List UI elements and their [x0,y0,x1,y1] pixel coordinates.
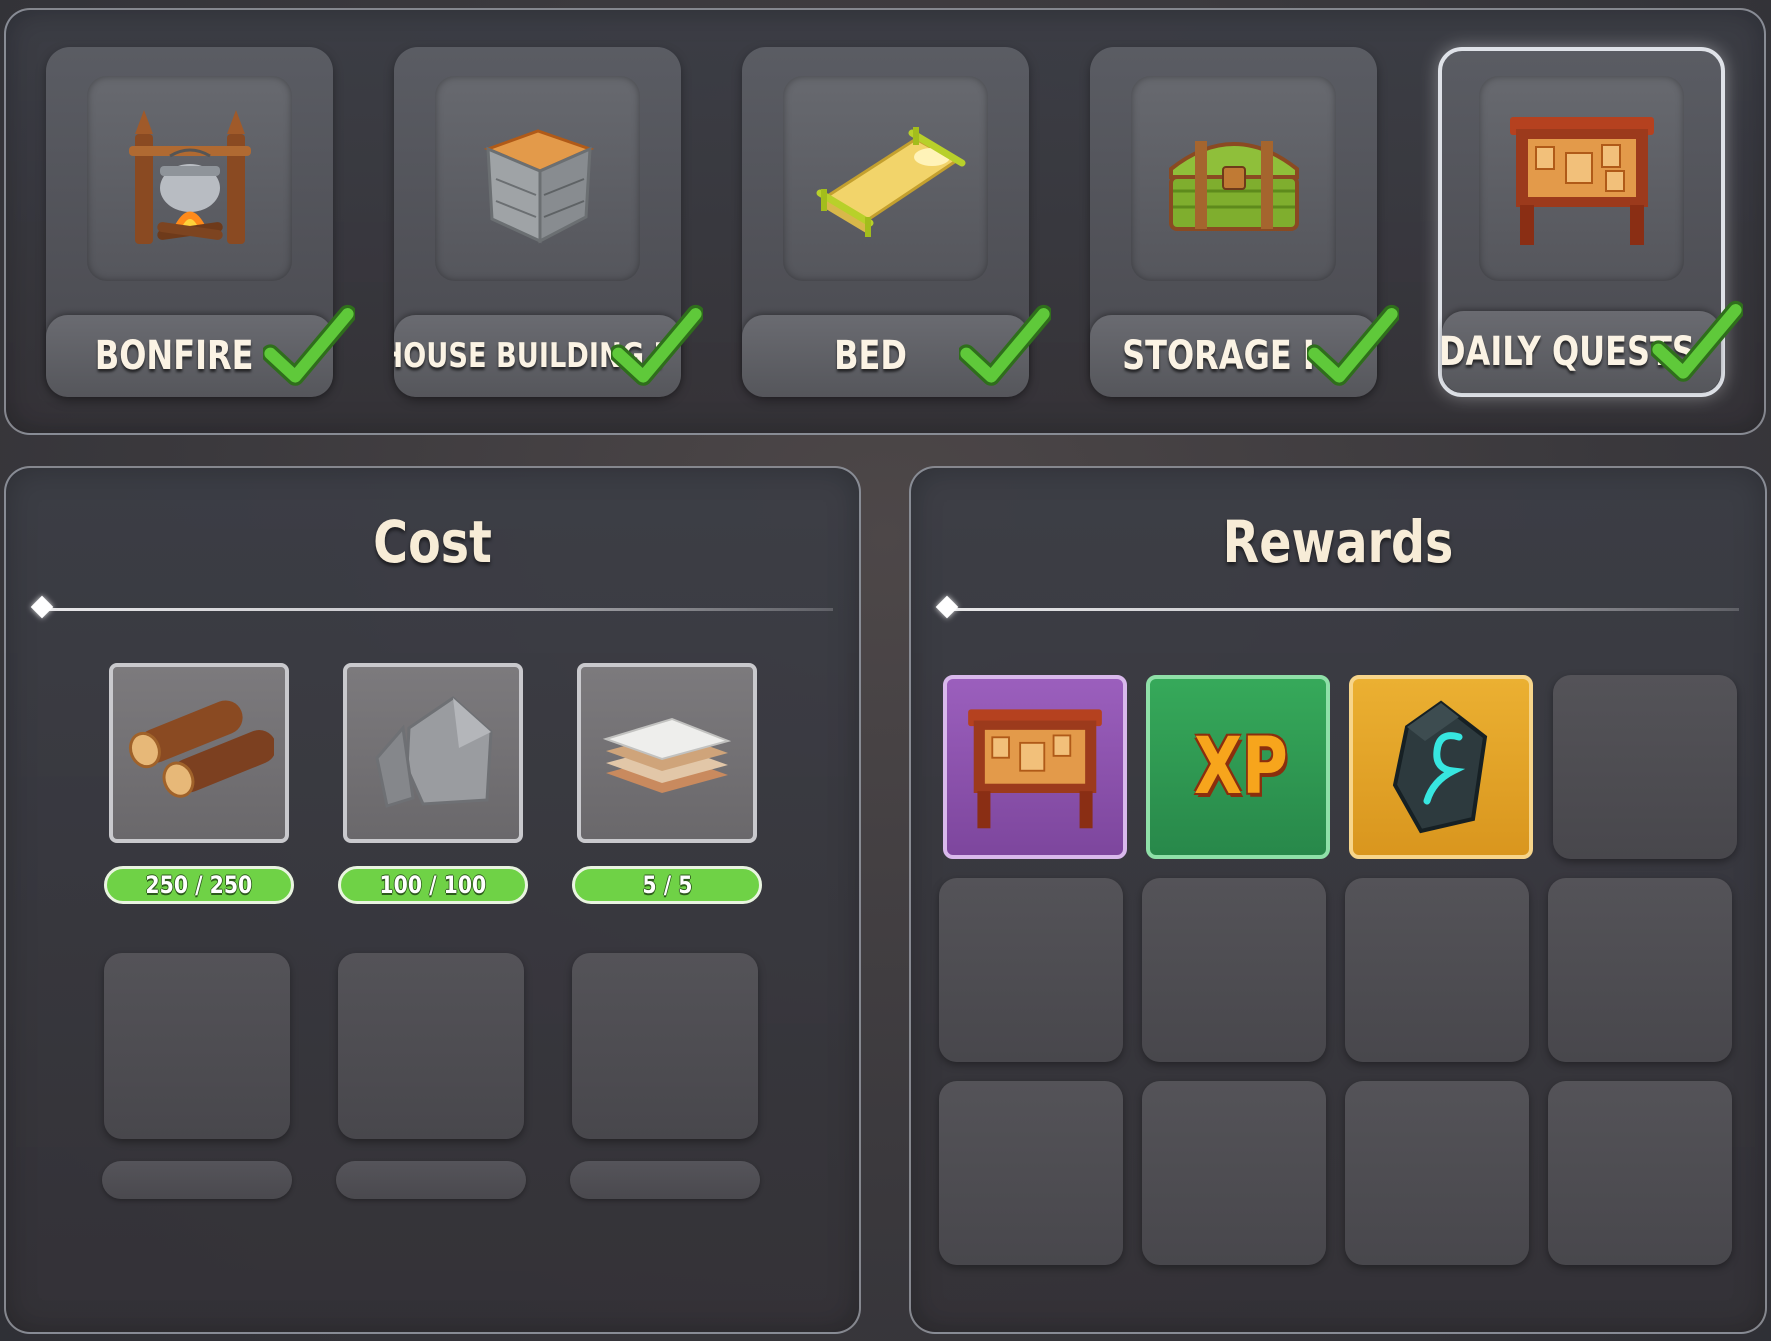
building-card-storage[interactable]: STORAGE I [1090,47,1399,397]
rewards-title: Rewards [1222,508,1454,576]
xp-label: XP [1194,722,1288,812]
reward-item-rune[interactable] [1349,675,1533,859]
cost-progress-cloth: 5 / 5 [572,866,762,904]
reward-slot-empty [1553,675,1737,859]
rewards-divider [941,608,1739,611]
reward-slot-empty [939,1081,1123,1265]
reward-item-quest-board[interactable] [943,675,1127,859]
progress-text: 250 / 250 [145,871,253,899]
divider-diamond-icon [30,595,54,619]
cost-slot-empty [572,953,758,1139]
checkmark-icon [959,304,1051,386]
bonfire-icon [128,109,251,244]
divider-diamond-icon [935,595,959,619]
building-label: STORAGE I [1122,333,1315,379]
reward-slot-empty [1345,878,1529,1062]
progress-text: 5 / 5 [641,871,693,899]
building-icon-frame [1131,76,1336,281]
reward-slot-empty [1548,1081,1732,1265]
cost-pill-empty [102,1161,292,1199]
reward-item-xp[interactable]: XP [1146,675,1330,859]
cost-title: Cost [373,508,492,576]
building-card-house[interactable]: HOUSE BUILDING I [394,47,703,397]
progress-text: 100 / 100 [379,871,487,899]
chest-icon [1168,140,1299,231]
reward-slot-empty [1142,878,1326,1062]
cost-divider [36,608,833,611]
checkmark-icon [1307,304,1399,386]
quest-board-icon [1509,116,1654,245]
quest-board-icon [968,709,1102,829]
checkmark-icon [1651,300,1743,382]
bed-icon [816,126,965,237]
reward-slot-empty [1345,1081,1529,1265]
cost-slot-empty [338,953,524,1139]
xp-icon: XP [1183,722,1293,812]
buildings-panel: BONFIRE HOUSE BUILDING I BED STORAGE I D… [4,8,1766,435]
cost-item-stone[interactable] [343,663,523,843]
wood-logs-icon [128,700,274,798]
building-icon-frame [1479,76,1684,281]
building-card-bed[interactable]: BED [742,47,1051,397]
building-icon-frame [87,76,292,281]
building-label: BONFIRE [95,333,254,379]
building-icon-frame [783,76,988,281]
building-label: BED [834,333,907,379]
rune-stone-icon [1392,700,1488,834]
reward-slot-empty [1142,1081,1326,1265]
checkmark-icon [263,304,355,386]
cost-panel: Cost 250 / 250 100 / 100 5 / 5 [4,466,861,1334]
reward-slot-empty [1548,878,1732,1062]
cost-progress-stone: 100 / 100 [338,866,528,904]
stone-icon [375,696,493,808]
cloth-stack-icon [602,717,732,793]
cost-item-cloth[interactable] [577,663,757,843]
checkmark-icon [611,304,703,386]
house-block-icon [483,128,594,243]
cost-slot-empty [104,953,290,1139]
cost-item-wood[interactable] [109,663,289,843]
cost-progress-wood: 250 / 250 [104,866,294,904]
cost-pill-empty [336,1161,526,1199]
cost-pill-empty [570,1161,760,1199]
building-card-daily-quests[interactable]: DAILY QUESTS [1438,47,1743,397]
building-card-bonfire[interactable]: BONFIRE [46,47,355,397]
building-icon-frame [435,76,640,281]
rewards-panel: Rewards XP [909,466,1767,1334]
reward-slot-empty [939,878,1123,1062]
